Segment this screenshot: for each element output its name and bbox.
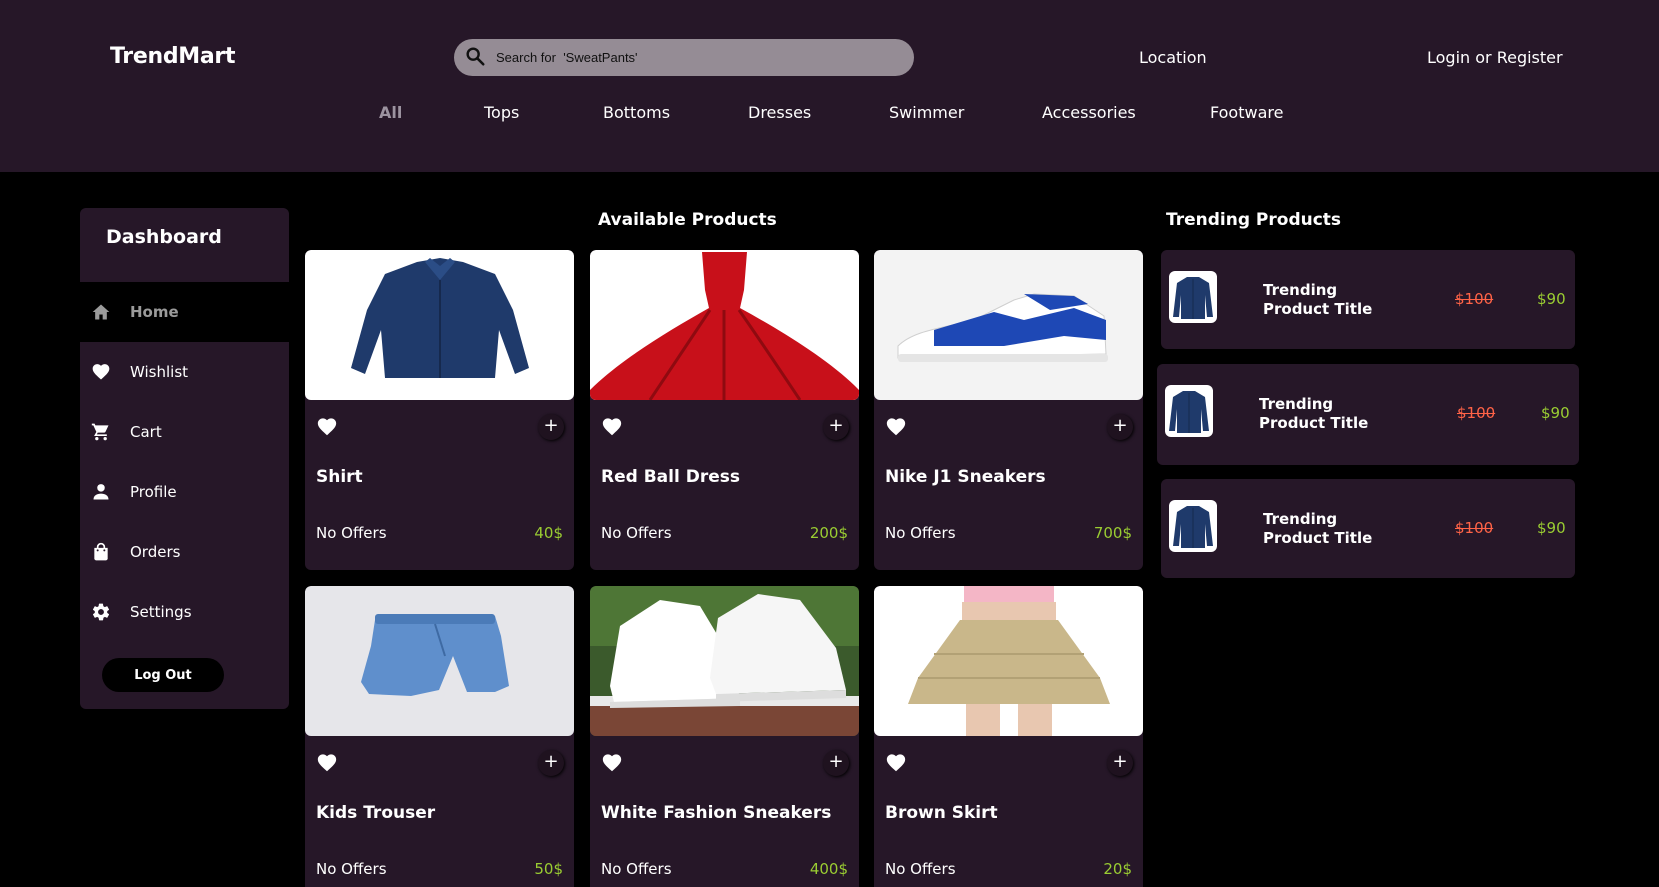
product-offer: No Offers <box>601 524 672 542</box>
wishlist-heart-icon[interactable] <box>316 416 338 438</box>
sidebar-item-orders[interactable]: Orders <box>80 522 289 582</box>
add-to-cart-button[interactable]: + <box>1107 750 1133 776</box>
trending-thumbnail <box>1169 500 1217 552</box>
product-offer: No Offers <box>316 860 387 878</box>
product-name: Kids Trouser <box>316 803 436 823</box>
sidebar-title: Dashboard <box>106 226 222 248</box>
product-image-trouser[interactable] <box>305 586 574 736</box>
nav-item-bottoms[interactable]: Bottoms <box>603 103 670 122</box>
product-name: Shirt <box>316 467 363 487</box>
trending-item[interactable]: Trending Product Title $100 $90 <box>1161 479 1575 578</box>
nav-item-all[interactable]: All <box>379 103 402 122</box>
product-offer: No Offers <box>885 524 956 542</box>
wishlist-heart-icon[interactable] <box>601 416 623 438</box>
product-image-skirt[interactable] <box>874 586 1143 736</box>
add-to-cart-button[interactable]: + <box>823 750 849 776</box>
sidebar-item-label: Orders <box>130 543 181 561</box>
sidebar-item-settings[interactable]: Settings <box>80 582 289 642</box>
sidebar-item-cart[interactable]: Cart <box>80 402 289 462</box>
sidebar-item-profile[interactable]: Profile <box>80 462 289 522</box>
product-image-red-ball-dress[interactable] <box>590 250 859 400</box>
location-link[interactable]: Location <box>1139 48 1207 67</box>
add-to-cart-button[interactable]: + <box>823 414 849 440</box>
nav-item-accessories[interactable]: Accessories <box>1042 103 1136 122</box>
sidebar-item-label: Cart <box>130 423 162 441</box>
sidebar-item-label: Settings <box>130 603 192 621</box>
product-card[interactable]: + Red Ball Dress No Offers 200$ <box>590 250 859 570</box>
product-name: White Fashion Sneakers <box>601 803 832 823</box>
trending-new-price: $90 <box>1541 404 1570 422</box>
product-name: Nike J1 Sneakers <box>885 467 1046 487</box>
add-to-cart-button[interactable]: + <box>538 750 564 776</box>
product-image-white-sneakers[interactable] <box>590 586 859 736</box>
add-to-cart-button[interactable]: + <box>1107 414 1133 440</box>
trending-new-price: $90 <box>1537 519 1566 537</box>
nav-item-footware[interactable]: Footware <box>1210 103 1283 122</box>
product-name: Red Ball Dress <box>601 467 740 487</box>
dashboard-sidebar: Dashboard Home Wishlist Cart Profile Ord… <box>80 208 289 709</box>
search-input[interactable] <box>496 50 896 65</box>
product-offer: No Offers <box>601 860 672 878</box>
product-name: Brown Skirt <box>885 803 998 823</box>
product-card[interactable]: + Brown Skirt No Offers 20$ <box>874 586 1143 887</box>
product-price: 400$ <box>809 860 848 878</box>
wishlist-heart-icon[interactable] <box>316 752 338 774</box>
brand-logo[interactable]: TrendMart <box>110 44 235 69</box>
trending-products-title: Trending Products <box>1166 210 1342 230</box>
sidebar-item-label: Home <box>130 303 179 321</box>
nav-item-swimmer[interactable]: Swimmer <box>889 103 964 122</box>
product-image-shirt[interactable] <box>305 250 574 400</box>
logout-button[interactable]: Log Out <box>102 658 224 692</box>
sidebar-item-home[interactable]: Home <box>80 282 289 342</box>
available-products-title: Available Products <box>598 210 777 230</box>
gear-icon <box>90 601 112 623</box>
product-card[interactable]: + Kids Trouser No Offers 50$ <box>305 586 574 887</box>
trending-title: Trending Product Title <box>1259 395 1369 432</box>
cart-icon <box>90 421 112 443</box>
trending-old-price: $100 <box>1455 290 1494 308</box>
nav-item-tops[interactable]: Tops <box>484 103 519 122</box>
product-card[interactable]: + Shirt No Offers 40$ <box>305 250 574 570</box>
sidebar-item-label: Profile <box>130 483 177 501</box>
product-price: 20$ <box>1103 860 1132 878</box>
product-image-sneaker[interactable] <box>874 250 1143 400</box>
trending-title: Trending Product Title <box>1263 510 1373 547</box>
trending-old-price: $100 <box>1455 519 1494 537</box>
search-icon[interactable] <box>464 45 486 71</box>
search-bar[interactable] <box>454 39 914 76</box>
top-header: TrendMart Location Login or Register All… <box>0 0 1659 172</box>
trending-thumbnail <box>1165 385 1213 437</box>
product-price: 200$ <box>809 524 848 542</box>
sidebar-item-label: Wishlist <box>130 363 189 381</box>
add-to-cart-button[interactable]: + <box>538 414 564 440</box>
home-icon <box>90 301 112 323</box>
trending-thumbnail <box>1169 271 1217 323</box>
trending-old-price: $100 <box>1457 404 1496 422</box>
trending-item[interactable]: Trending Product Title $100 $90 <box>1157 364 1579 465</box>
person-icon <box>90 481 112 503</box>
product-price: 40$ <box>534 524 563 542</box>
sidebar-item-wishlist[interactable]: Wishlist <box>80 342 289 402</box>
product-offer: No Offers <box>316 524 387 542</box>
trending-item[interactable]: Trending Product Title $100 $90 <box>1161 250 1575 349</box>
category-nav: All Tops Bottoms Dresses Swimmer Accesso… <box>0 103 1659 127</box>
heart-icon <box>90 361 112 383</box>
product-price: 700$ <box>1093 524 1132 542</box>
login-register-link[interactable]: Login or Register <box>1427 48 1563 67</box>
nav-item-dresses[interactable]: Dresses <box>748 103 811 122</box>
trending-title: Trending Product Title <box>1263 281 1373 318</box>
wishlist-heart-icon[interactable] <box>601 752 623 774</box>
product-card[interactable]: + Nike J1 Sneakers No Offers 700$ <box>874 250 1143 570</box>
product-price: 50$ <box>534 860 563 878</box>
wishlist-heart-icon[interactable] <box>885 416 907 438</box>
trending-new-price: $90 <box>1537 290 1566 308</box>
product-offer: No Offers <box>885 860 956 878</box>
product-card[interactable]: + White Fashion Sneakers No Offers 400$ <box>590 586 859 887</box>
wishlist-heart-icon[interactable] <box>885 752 907 774</box>
shopping-bag-icon <box>90 541 112 563</box>
